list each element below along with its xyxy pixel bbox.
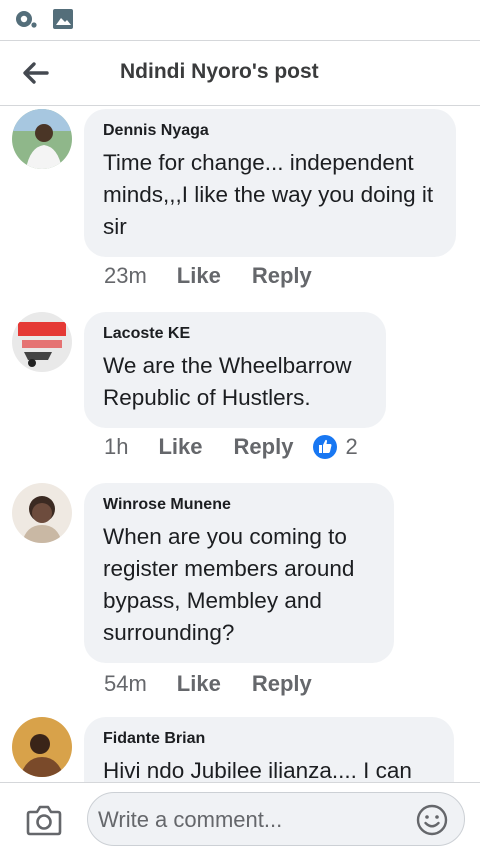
like-button[interactable]: Like: [177, 263, 221, 289]
reply-button[interactable]: Reply: [252, 263, 312, 289]
top-bar: Ndindi Nyoro's post: [0, 40, 480, 106]
comment-time[interactable]: 1h: [104, 434, 128, 460]
like-button[interactable]: Like: [158, 434, 202, 460]
like-button[interactable]: Like: [177, 671, 221, 697]
comment-actions: 1h Like Reply 2: [104, 434, 358, 460]
comment-text: When are you coming to register members …: [103, 524, 355, 645]
comment-bubble: Dennis Nyaga Time for change... independ…: [84, 109, 456, 257]
comment-actions: 23m Like Reply: [104, 263, 343, 289]
reaction-summary[interactable]: 2: [313, 434, 358, 460]
avatar[interactable]: [12, 717, 72, 777]
avatar[interactable]: [12, 109, 72, 169]
camera-notification-icon: [14, 8, 40, 35]
comment-author[interactable]: Fidante Brian: [103, 729, 435, 749]
gallery-notification-icon: [52, 8, 74, 35]
thumbs-up-icon: [313, 435, 338, 459]
comment-composer-bar: [0, 782, 480, 854]
reply-button[interactable]: Reply: [252, 671, 312, 697]
camera-icon: [26, 805, 62, 836]
comment-author[interactable]: Lacoste KE: [103, 324, 367, 344]
comment-actions: 54m Like Reply: [104, 671, 343, 697]
comment-bubble: Fidante Brian Hivi ndo Jubilee ilianza..…: [84, 717, 454, 782]
page-title: Ndindi Nyoro's post: [120, 60, 319, 83]
back-button[interactable]: [18, 55, 54, 91]
camera-button[interactable]: [24, 800, 64, 840]
comment-text: Hivi ndo Jubilee ilianza.... I can: [103, 758, 412, 782]
comment-bubble: Winrose Munene When are you coming to re…: [84, 483, 394, 663]
comment-author[interactable]: Dennis Nyaga: [103, 121, 437, 141]
reply-button[interactable]: Reply: [234, 434, 294, 460]
comments-feed[interactable]: Dennis Nyaga Time for change... independ…: [0, 107, 480, 782]
comment-input-wrapper: [87, 792, 465, 846]
arrow-left-icon: [23, 62, 49, 84]
comment-bubble: Lacoste KE We are the Wheelbarrow Republ…: [84, 312, 386, 428]
status-bar: [0, 0, 480, 40]
emoji-button[interactable]: [415, 803, 449, 837]
avatar[interactable]: [12, 483, 72, 543]
comment-text: Time for change... independent minds,,,I…: [103, 150, 434, 239]
comment-author[interactable]: Winrose Munene: [103, 495, 375, 515]
smiley-icon: [416, 804, 448, 836]
reaction-count: 2: [345, 434, 358, 459]
comment-time[interactable]: 23m: [104, 263, 147, 289]
comment-text: We are the Wheelbarrow Republic of Hustl…: [103, 353, 352, 410]
comment-time[interactable]: 54m: [104, 671, 147, 697]
avatar[interactable]: [12, 312, 72, 372]
comment-input[interactable]: [98, 801, 398, 839]
